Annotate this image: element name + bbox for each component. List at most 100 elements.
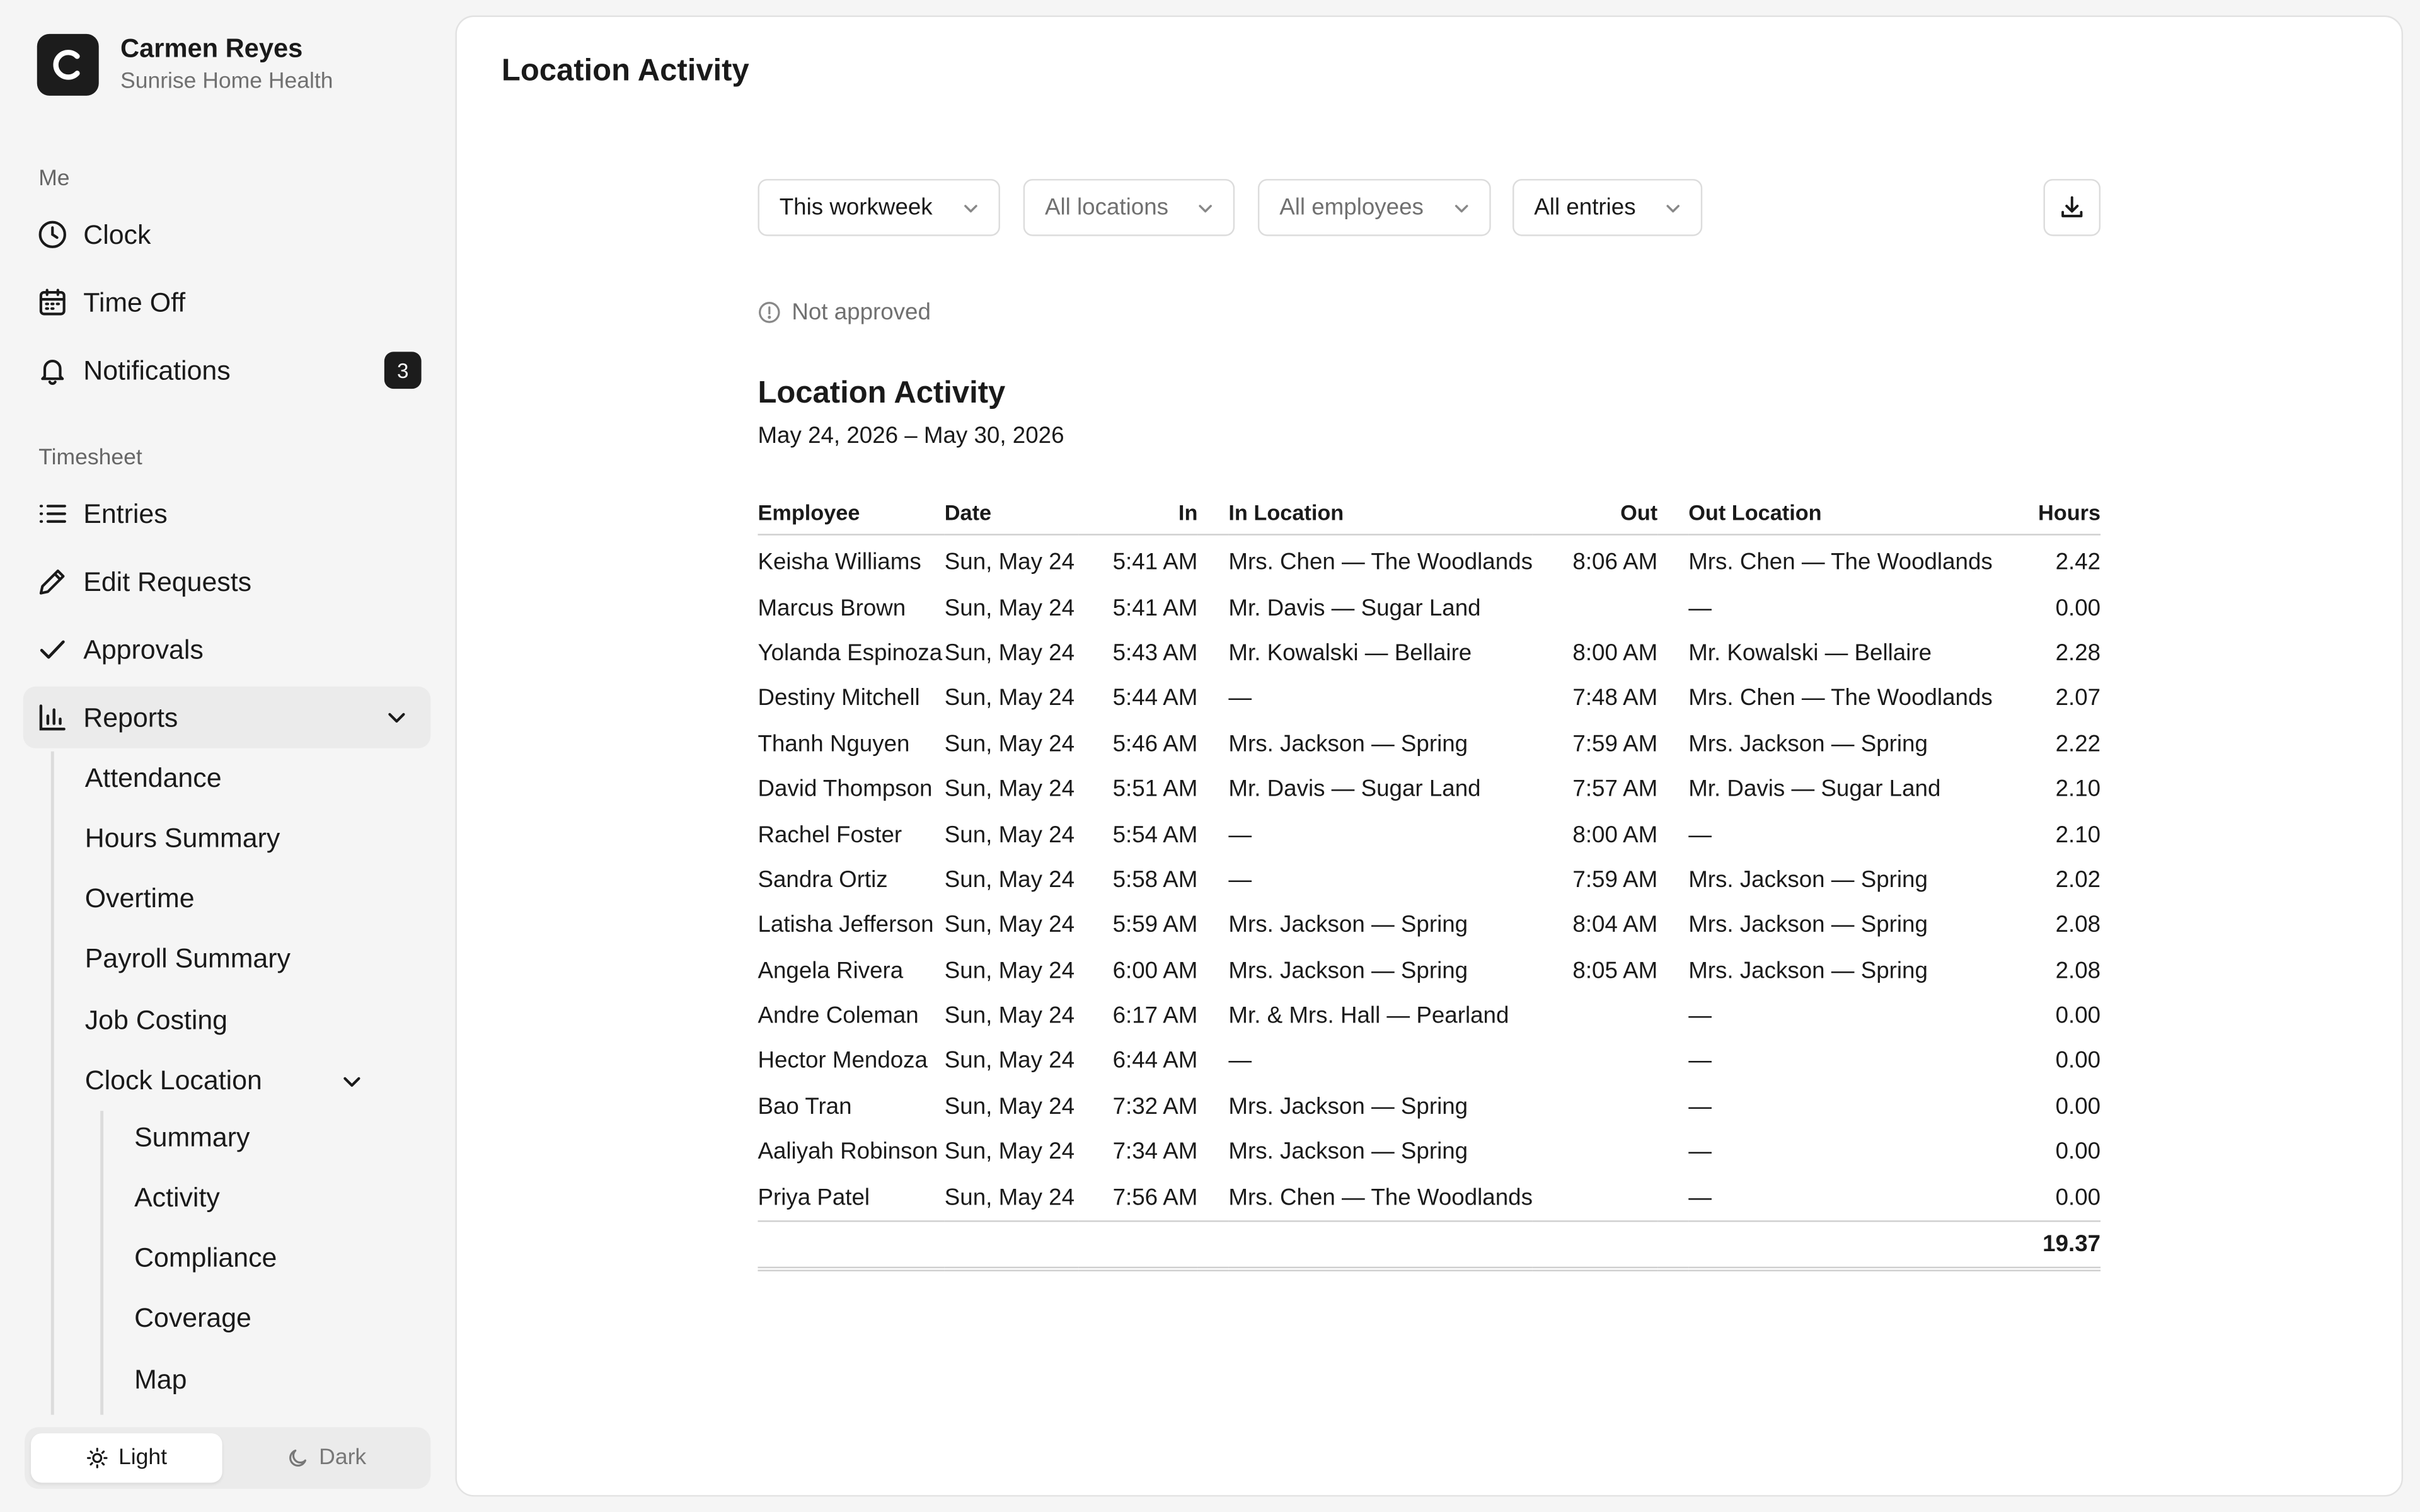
cell-date: Sun, May 24 <box>944 958 1075 984</box>
organization-name: Sunrise Home Health <box>120 69 333 94</box>
cell-out-time: 8:06 AM <box>1572 549 1658 576</box>
chevron-down-icon[interactable] <box>341 1068 362 1100</box>
moon-icon <box>289 1449 306 1467</box>
cell-in-time: 5:43 AM <box>1112 640 1198 667</box>
chevron-down-icon[interactable] <box>381 702 412 733</box>
nav-item-clock[interactable]: Clock <box>23 203 431 265</box>
nav-item-time-off[interactable]: Time Off <box>23 272 431 333</box>
employee-filter-dropdown[interactable]: All employees <box>1257 179 1491 236</box>
entries-filter-dropdown[interactable]: All entries <box>1512 179 1703 236</box>
nav-item-entries[interactable]: Entries <box>23 483 431 545</box>
report-item-clock-location[interactable]: Clock Location <box>85 1065 378 1097</box>
cell-out-time: 7:59 AM <box>1572 731 1658 757</box>
approval-status: Not approved <box>758 299 931 326</box>
cell-hours: 2.28 <box>2055 640 2101 667</box>
clock-location-item-compliance[interactable]: Compliance <box>134 1242 277 1274</box>
report-item-overtime[interactable]: Overtime <box>85 883 195 915</box>
report-date-range: May 24, 2026 – May 30, 2026 <box>758 423 1064 449</box>
section-label-me: Me <box>38 166 70 192</box>
pencil-icon <box>37 566 68 597</box>
chevron-down-icon <box>1664 197 1682 224</box>
report-item-payroll-summary[interactable]: Payroll Summary <box>85 942 291 975</box>
period-filter-dropdown[interactable]: This workweek <box>758 179 1000 236</box>
location-filter-value: All locations <box>1044 194 1169 221</box>
report-item-label: Clock Location <box>84 1064 262 1096</box>
cell-out-time: 8:04 AM <box>1572 912 1658 939</box>
cell-in-location: Mrs. Jackson — Spring <box>1228 731 1468 757</box>
nav-item-reports[interactable]: Reports <box>23 686 431 748</box>
account-header[interactable]: Carmen Reyes Sunrise Home Health <box>37 32 333 97</box>
main-panel: Location Activity This workweek All loca… <box>455 15 2404 1497</box>
cell-out-time: 8:00 AM <box>1572 822 1658 848</box>
nav-item-edit-requests[interactable]: Edit Requests <box>23 551 431 612</box>
cell-employee: David Thompson <box>758 776 933 803</box>
cell-out-time <box>1533 585 1657 631</box>
clock-location-item-activity[interactable]: Activity <box>134 1182 220 1214</box>
cell-out-time <box>1533 994 1657 1039</box>
table-row: Aaliyah Robinson Sun, May 24 7:34 AM Mrs. J… <box>758 1130 2100 1175</box>
table-row: Thanh Nguyen Sun, May 24 5:46 AM Mrs. Jacks… <box>758 721 2100 767</box>
bell-icon <box>37 355 68 386</box>
cell-out-location: — <box>1688 1139 1712 1166</box>
chevron-down-icon <box>962 197 980 224</box>
cell-in-location: Mrs. Chen — The Woodlands <box>1228 549 1533 576</box>
report-item-attendance[interactable]: Attendance <box>85 762 222 794</box>
table-body: Keisha Williams Sun, May 24 5:41 AM Mrs. Ch… <box>758 535 2100 1221</box>
cell-employee: Angela Rivera <box>758 958 904 984</box>
chevron-down-icon <box>1453 197 1471 224</box>
cell-in-time: 5:58 AM <box>1112 867 1198 893</box>
clock-location-item-map[interactable]: Map <box>134 1364 187 1396</box>
report-item-job-costing[interactable]: Job Costing <box>85 1004 228 1036</box>
cell-in-time: 6:00 AM <box>1112 958 1198 984</box>
column-header-in-location[interactable]: In Location <box>1228 500 1533 536</box>
cell-in-time: 5:46 AM <box>1112 731 1198 757</box>
table-row: Sandra Ortiz Sun, May 24 5:58 AM — 7:59 AM Mr… <box>758 857 2100 903</box>
cell-employee: Hector Mendoza <box>758 1048 928 1075</box>
cell-in-time: 6:17 AM <box>1112 1003 1198 1029</box>
column-header-hours[interactable]: Hours <box>1997 500 2101 536</box>
theme-dark-button[interactable]: Dark <box>228 1433 424 1482</box>
column-header-employee[interactable]: Employee <box>758 500 945 536</box>
cell-out-location: Mrs. Jackson — Spring <box>1688 912 1928 939</box>
nav-item-notifications[interactable]: Notifications 3 <box>23 340 431 401</box>
download-button[interactable] <box>2043 179 2101 236</box>
location-filter-dropdown[interactable]: All locations <box>1023 179 1235 236</box>
cell-hours: 2.10 <box>2055 776 2101 803</box>
submenu-guide-line <box>50 751 54 1415</box>
column-header-in[interactable]: In <box>1078 500 1198 536</box>
cell-in-location: Mrs. Jackson — Spring <box>1228 1094 1468 1120</box>
company-logo <box>37 33 99 96</box>
report-item-hours-summary[interactable]: Hours Summary <box>85 822 280 854</box>
cell-out-location: Mr. Kowalski — Bellaire <box>1688 640 1932 667</box>
column-header-out[interactable]: Out <box>1532 500 1658 536</box>
column-header-out-location[interactable]: Out Location <box>1688 500 1998 536</box>
cell-date: Sun, May 24 <box>944 822 1075 848</box>
entries-filter-value: All entries <box>1534 194 1636 221</box>
cell-date: Sun, May 24 <box>944 549 1075 576</box>
clock-location-item-coverage[interactable]: Coverage <box>134 1302 251 1334</box>
cell-date: Sun, May 24 <box>944 1139 1075 1166</box>
calendar-icon <box>37 287 68 318</box>
theme-light-button[interactable]: Light <box>30 1433 222 1483</box>
clock-location-item-summary[interactable]: Summary <box>134 1121 250 1154</box>
cell-out-time: 7:57 AM <box>1572 776 1658 803</box>
cell-in-location: — <box>1228 685 1252 712</box>
cell-out-location: Mr. Davis — Sugar Land <box>1688 776 1941 803</box>
cell-hours: 2.02 <box>2055 867 2101 893</box>
cell-out-location: Mrs. Jackson — Spring <box>1688 731 1928 757</box>
cell-in-time: 5:59 AM <box>1112 912 1198 939</box>
nav-item-approvals[interactable]: Approvals <box>23 619 431 680</box>
cell-out-time <box>1533 1130 1657 1175</box>
cell-employee: Andre Coleman <box>758 1003 919 1029</box>
report-title: Location Activity <box>758 376 1006 411</box>
cell-out-location: — <box>1688 822 1712 848</box>
cell-date: Sun, May 24 <box>944 1003 1075 1029</box>
cell-out-time <box>1533 1175 1657 1221</box>
cell-hours: 0.00 <box>2055 595 2101 621</box>
table-total-row: 19.37 <box>758 1220 2101 1271</box>
cell-employee: Sandra Ortiz <box>758 867 888 893</box>
column-header-date[interactable]: Date <box>944 500 1079 536</box>
cell-out-time <box>1533 1084 1657 1130</box>
cell-out-time: 8:05 AM <box>1572 958 1658 984</box>
user-name: Carmen Reyes <box>120 33 303 64</box>
